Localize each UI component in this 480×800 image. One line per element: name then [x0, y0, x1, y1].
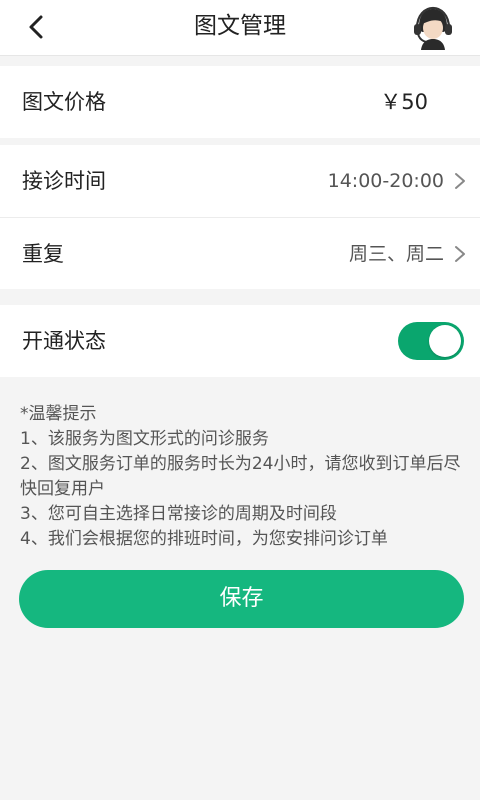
- status-section: 开通状态: [0, 305, 480, 377]
- status-label: 开通状态: [22, 329, 106, 353]
- consult-time-label: 接诊时间: [22, 169, 106, 193]
- price-row: 图文价格 ￥50: [0, 66, 480, 138]
- repeat-value: 周三、周二: [348, 243, 444, 265]
- tip-item: 4、我们会根据您的排班时间，为您安排问诊订单: [20, 529, 388, 549]
- consult-time-value: 14:00-20:00: [327, 170, 444, 192]
- schedule-section: 接诊时间 14:00-20:00 重复 周三、周二: [0, 145, 480, 289]
- repeat-label: 重复: [22, 242, 64, 266]
- save-button[interactable]: 保存: [19, 570, 464, 628]
- customer-service-button[interactable]: [410, 4, 456, 50]
- price-label: 图文价格: [22, 90, 106, 114]
- tips-title: *温馨提示: [20, 404, 97, 424]
- status-row: 开通状态: [0, 305, 480, 377]
- tip-item: 2、图文服务订单的服务时长为24小时，请您收到订单后尽快回复用户: [20, 454, 461, 499]
- chevron-right-icon: [455, 246, 465, 262]
- tips-block: *温馨提示 1、该服务为图文形式的问诊服务 2、图文服务订单的服务时长为24小时…: [20, 402, 468, 552]
- app-header: 图文管理: [0, 0, 480, 56]
- repeat-row[interactable]: 重复 周三、周二: [0, 217, 480, 289]
- price-section: 图文价格 ￥50: [0, 66, 480, 138]
- price-value: ￥50: [380, 90, 428, 114]
- customer-service-headset-icon: [414, 6, 452, 50]
- tip-item: 3、您可自主选择日常接诊的周期及时间段: [20, 504, 337, 524]
- page-title: 图文管理: [194, 13, 286, 39]
- toggle-knob: [429, 325, 461, 357]
- chevron-right-icon: [455, 173, 465, 189]
- tip-item: 1、该服务为图文形式的问诊服务: [20, 429, 269, 449]
- service-status-toggle[interactable]: [398, 322, 464, 360]
- consult-time-row[interactable]: 接诊时间 14:00-20:00: [0, 145, 480, 217]
